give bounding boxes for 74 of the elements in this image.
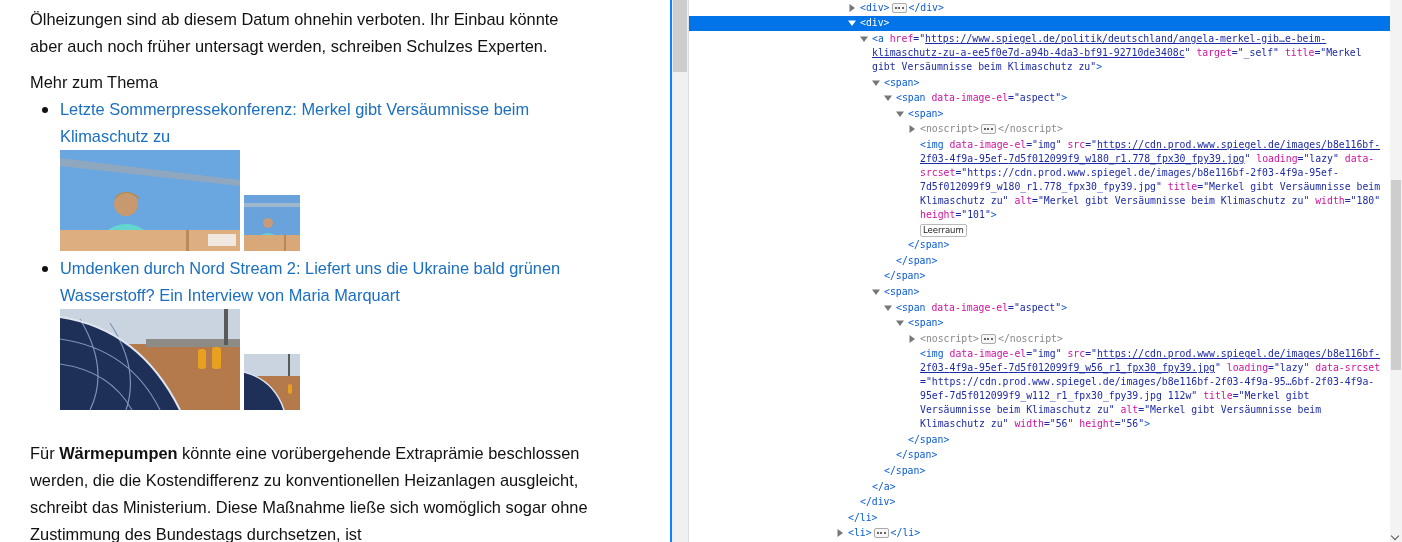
collapsed-arrow-icon[interactable] (908, 334, 916, 343)
expanded-arrow-icon[interactable] (896, 319, 904, 328)
markup-tag: </a> (872, 479, 896, 494)
expanded-arrow-icon[interactable] (860, 35, 868, 43)
markup-row[interactable]: <li> </li> (689, 525, 1390, 542)
related-heading: Mehr zum Thema (30, 72, 160, 93)
markup-tag: </span> (908, 432, 950, 447)
markup-row[interactable]: <span> (689, 284, 1390, 300)
markup-tag: <img data-image-el="img" src="https://cdn.prod.www.spiegel.de/images/b8e116bf-2f03-4f9a-95ef-7d5f012099f9_w180_r1.778_fpx30_fpy39.jpg" loading="lazy" data-srcset="https://cdn.prod.www.spiegel.de/images/b8e116bf-2f03-4f9a-95ef-7d5f012099f9_w180_r1.778_fpx30_fpy39.jpg" title="Merkel gibt Versäumnisse beim Klimaschutz zu" alt="Merkel gibt Versäumnisse beim Klimaschutz zu" width="180" height="101"> (920, 137, 1382, 222)
markup-row[interactable]: </a> (689, 478, 1390, 495)
markup-tag: <div> (860, 16, 890, 31)
collapsed-arrow-icon[interactable] (836, 529, 844, 538)
markup-tag: </span> (896, 448, 938, 463)
markup-tag: </div> (908, 0, 944, 15)
markup-row[interactable]: <span> (689, 74, 1390, 91)
markup-tag: </li> (848, 510, 878, 525)
markup-row[interactable]: <noscript> </noscript> (689, 330, 1390, 347)
markup-row[interactable]: <span data-image-el="aspect"> (689, 90, 1390, 106)
markup-row[interactable]: <span data-image-el="aspect"> (689, 299, 1390, 316)
page-scrollbar[interactable] (672, 0, 689, 542)
markup-tag: </span> (884, 464, 926, 479)
markup-row[interactable]: </span> (689, 432, 1390, 448)
markup-tag: <img data-image-el="img" src="https://cdn.prod.www.spiegel.de/images/b8e116bf-2f03-4f9a-95ef-7d5f012099f9_w56_r1_fpx30_fpy39.jpg" loading="lazy" data-srcset ="https://cdn.prod.www.spiegel.de/images/b8e116bf-2f03-4f9a-95…6bf-2f03-4f9a-95ef-7d5f012099f9_w112_r1_fpx30_fpy39.jpg 112w" title="Merkel gibt Versäumnisse beim Klimaschutz zu" alt="Merkel gibt Versäumnisse beim Klimaschutz zu" width="56" height="56"> (920, 347, 1382, 432)
markup-row[interactable]: <div> </div> (689, 0, 1390, 16)
markup-tag: <li> (848, 526, 872, 541)
markup-tag: </span> (908, 238, 950, 253)
article-paragraph: Ölheizungen sind ab diesem Datum ohnehin verboten. Ihr Einbau könnte aber auch noch früher untersagt werden, schreiben Schulzes Experten. (30, 9, 560, 57)
markup-tag: <noscript> (920, 331, 979, 346)
markup-tag: <span data-image-el="aspect"> (896, 91, 1068, 106)
markup-row[interactable]: Leerraum (689, 222, 1390, 238)
expanded-arrow-icon[interactable] (884, 303, 892, 312)
collapsed-arrow-icon[interactable] (908, 125, 916, 134)
expanded-arrow-icon[interactable] (872, 287, 880, 296)
markup-tag: </noscript> (998, 331, 1063, 346)
expanded-arrow-icon[interactable] (896, 109, 904, 118)
markup-row[interactable]: </span> (689, 268, 1390, 285)
ellipsis-icon[interactable] (891, 2, 907, 13)
ellipsis-icon[interactable] (873, 528, 889, 539)
markup-tag: <span> (884, 284, 920, 299)
markup-row[interactable]: <noscript> </noscript> (689, 121, 1390, 138)
expanded-arrow-icon[interactable] (884, 94, 892, 103)
markup-tag: <div> (860, 0, 890, 15)
inspector-scrollbar[interactable] (1390, 0, 1402, 542)
markup-tag: </div> (860, 495, 896, 510)
markup-row[interactable]: </span> (689, 237, 1390, 253)
expanded-arrow-icon[interactable] (848, 19, 856, 28)
markup-tag: </li> (890, 526, 921, 541)
markup-row[interactable]: <a href="https://www.spiegel.de/politik/deutschland/angela-merkel-gib…e-beim-klimaschutz-zu-a-ee5f0e7d-a94b-4da3-bf91-92710de3408c" target="_self" title="Merkel gibt Versäumnisse beim Klimaschutz zu"> (689, 31, 1390, 75)
collapsed-arrow-icon[interactable] (848, 3, 856, 12)
markup-tag: <span data-image-el="aspect"> (896, 300, 1068, 315)
markup-tag: <span> (884, 75, 920, 90)
markup-tag: <span> (908, 316, 944, 331)
markup-row[interactable]: </span> (689, 447, 1390, 464)
related-link[interactable]: Letzte Sommerpressekonferenz: Merkel gibt Versäumnisse beim Klimaschutz zu (60, 96, 590, 150)
related-link[interactable]: Umdenken durch Nord Stream 2: Liefert uns die Ukraine bald grünen Wasserstoff? Ein Interview von Maria Marquart (60, 255, 590, 309)
markup-row[interactable]: </li> (689, 510, 1390, 526)
markup-row[interactable]: <span> (689, 105, 1390, 122)
markup-row[interactable]: </span> (689, 463, 1390, 479)
bullet-icon (42, 266, 48, 272)
markup-tag: <span> (908, 106, 944, 121)
markup-tag: <a href="https://www.spiegel.de/politik/deutschland/angela-merkel-gib…e-beim-klimaschutz-zu-a-ee5f0e7d-a94b-4da3-bf91-92710de3408c" target="_self" title="Merkel gibt Versäumnisse beim Klimaschutz zu"> (872, 32, 1382, 74)
whitespace-badge[interactable]: Leerraum (920, 223, 967, 237)
ellipsis-icon[interactable] (981, 124, 996, 135)
markup-tag: </span> (896, 253, 938, 268)
markup-row[interactable]: <div> (689, 15, 1390, 32)
markup-tag: </noscript> (998, 122, 1063, 137)
bullet-icon (42, 107, 48, 113)
markup-row[interactable]: </div> (689, 494, 1390, 511)
markup-tag: <noscript> (920, 122, 979, 137)
markup-row[interactable]: <span> (689, 315, 1390, 331)
markup-tag: </span> (884, 269, 926, 284)
expanded-arrow-icon[interactable] (872, 78, 880, 87)
markup-row[interactable]: </span> (689, 252, 1390, 269)
ellipsis-icon[interactable] (981, 333, 996, 344)
